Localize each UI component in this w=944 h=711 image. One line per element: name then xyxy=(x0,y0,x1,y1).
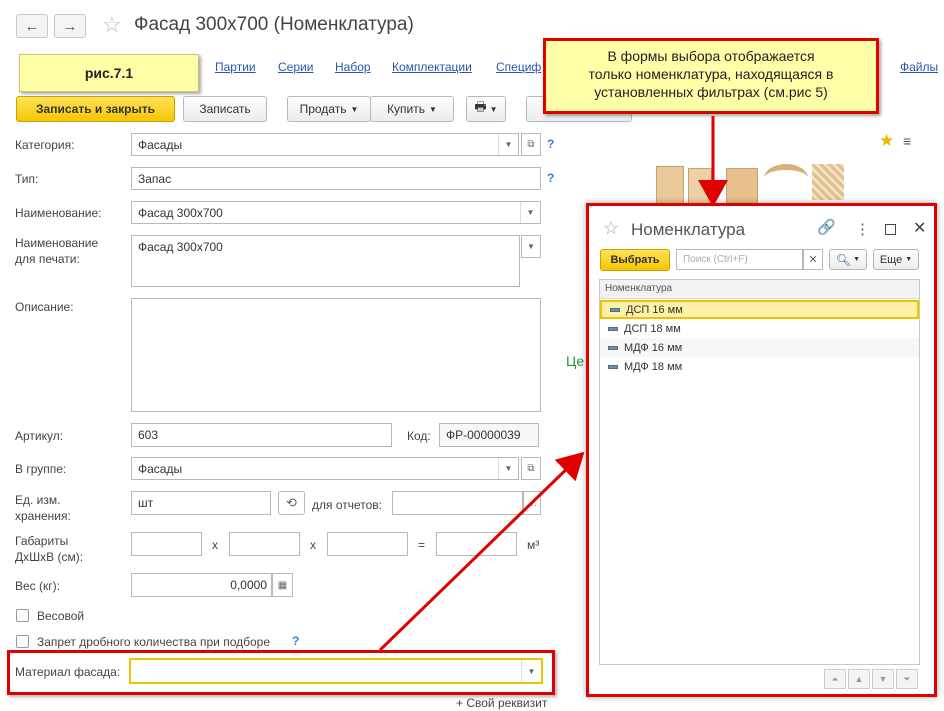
annotation-arrows xyxy=(378,116,728,652)
arrow-to-popup xyxy=(378,451,585,652)
